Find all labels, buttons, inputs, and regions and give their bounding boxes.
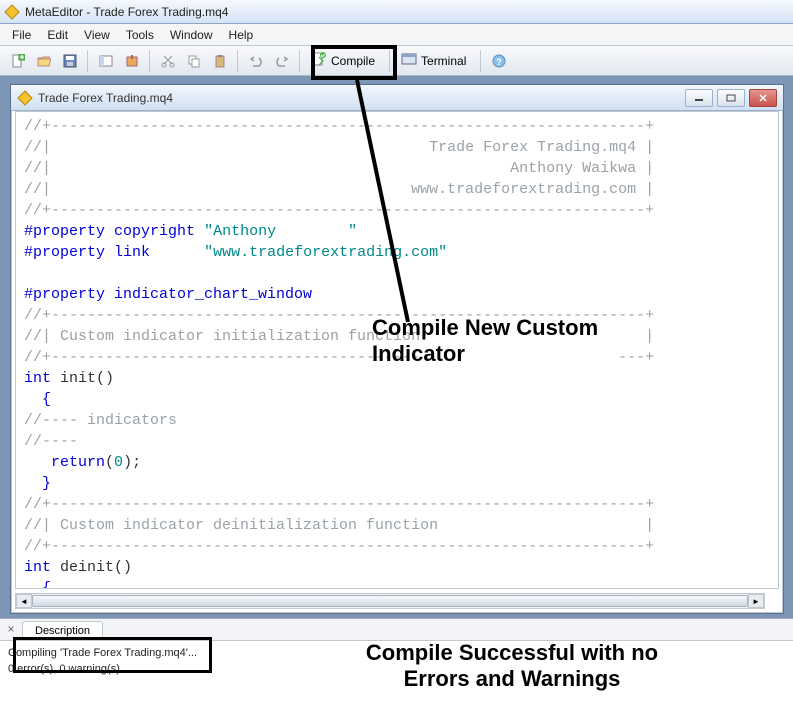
horizontal-scrollbar[interactable]: ◄ ► xyxy=(15,593,765,609)
close-button[interactable] xyxy=(749,89,777,107)
svg-text:?: ? xyxy=(497,57,503,67)
navigator-button[interactable] xyxy=(94,49,118,73)
terminal-label: Terminal xyxy=(421,54,466,68)
paste-button[interactable] xyxy=(208,49,232,73)
redo-button[interactable] xyxy=(270,49,294,73)
separator xyxy=(389,50,391,72)
code-window-title: Trade Forex Trading.mq4 xyxy=(38,91,685,105)
separator xyxy=(299,50,301,72)
menu-tools[interactable]: Tools xyxy=(118,26,162,44)
app-title: MetaEditor - Trade Forex Trading.mq4 xyxy=(25,5,228,19)
window-controls xyxy=(685,89,777,107)
menu-file[interactable]: File xyxy=(4,26,39,44)
compile-button[interactable]: Compile xyxy=(306,49,384,73)
menu-window[interactable]: Window xyxy=(162,26,221,44)
code-editor[interactable]: //+-------------------------------------… xyxy=(15,111,779,589)
menu-bar: File Edit View Tools Window Help xyxy=(0,24,793,46)
mq4-file-icon xyxy=(17,90,33,106)
title-bar: MetaEditor - Trade Forex Trading.mq4 xyxy=(0,0,793,24)
menu-help[interactable]: Help xyxy=(221,26,262,44)
save-button[interactable] xyxy=(58,49,82,73)
output-row: 0 error(s), 0 warning(s) xyxy=(8,661,785,677)
cut-button[interactable] xyxy=(156,49,180,73)
metaeditor-icon xyxy=(4,4,20,20)
toolbar: Compile Terminal ? xyxy=(0,46,793,76)
maximize-button[interactable] xyxy=(717,89,745,107)
output-content: Compiling 'Trade Forex Trading.mq4'... 0… xyxy=(0,641,793,681)
scroll-thumb[interactable] xyxy=(32,595,748,607)
code-window: Trade Forex Trading.mq4 //+-------------… xyxy=(10,84,784,614)
new-file-button[interactable] xyxy=(6,49,30,73)
separator xyxy=(237,50,239,72)
undo-button[interactable] xyxy=(244,49,268,73)
menu-edit[interactable]: Edit xyxy=(39,26,76,44)
menu-view[interactable]: View xyxy=(76,26,118,44)
output-row: Compiling 'Trade Forex Trading.mq4'... xyxy=(8,645,785,661)
terminal-button[interactable]: Terminal xyxy=(396,49,475,73)
scroll-left-button[interactable]: ◄ xyxy=(16,594,32,608)
output-tabs: × Description xyxy=(0,619,793,641)
panel-close-button[interactable]: × xyxy=(4,622,18,636)
scroll-right-button[interactable]: ► xyxy=(748,594,764,608)
description-tab[interactable]: Description xyxy=(22,621,103,640)
help-button[interactable]: ? xyxy=(487,49,511,73)
separator xyxy=(149,50,151,72)
minimize-button[interactable] xyxy=(685,89,713,107)
compile-icon xyxy=(311,51,327,70)
toolbox-button[interactable] xyxy=(120,49,144,73)
open-file-button[interactable] xyxy=(32,49,56,73)
terminal-icon xyxy=(401,51,417,70)
output-panel: × Description Compiling 'Trade Forex Tra… xyxy=(0,618,793,720)
code-window-titlebar[interactable]: Trade Forex Trading.mq4 xyxy=(11,85,783,111)
separator xyxy=(87,50,89,72)
separator xyxy=(480,50,482,72)
compile-label: Compile xyxy=(331,54,375,68)
copy-button[interactable] xyxy=(182,49,206,73)
